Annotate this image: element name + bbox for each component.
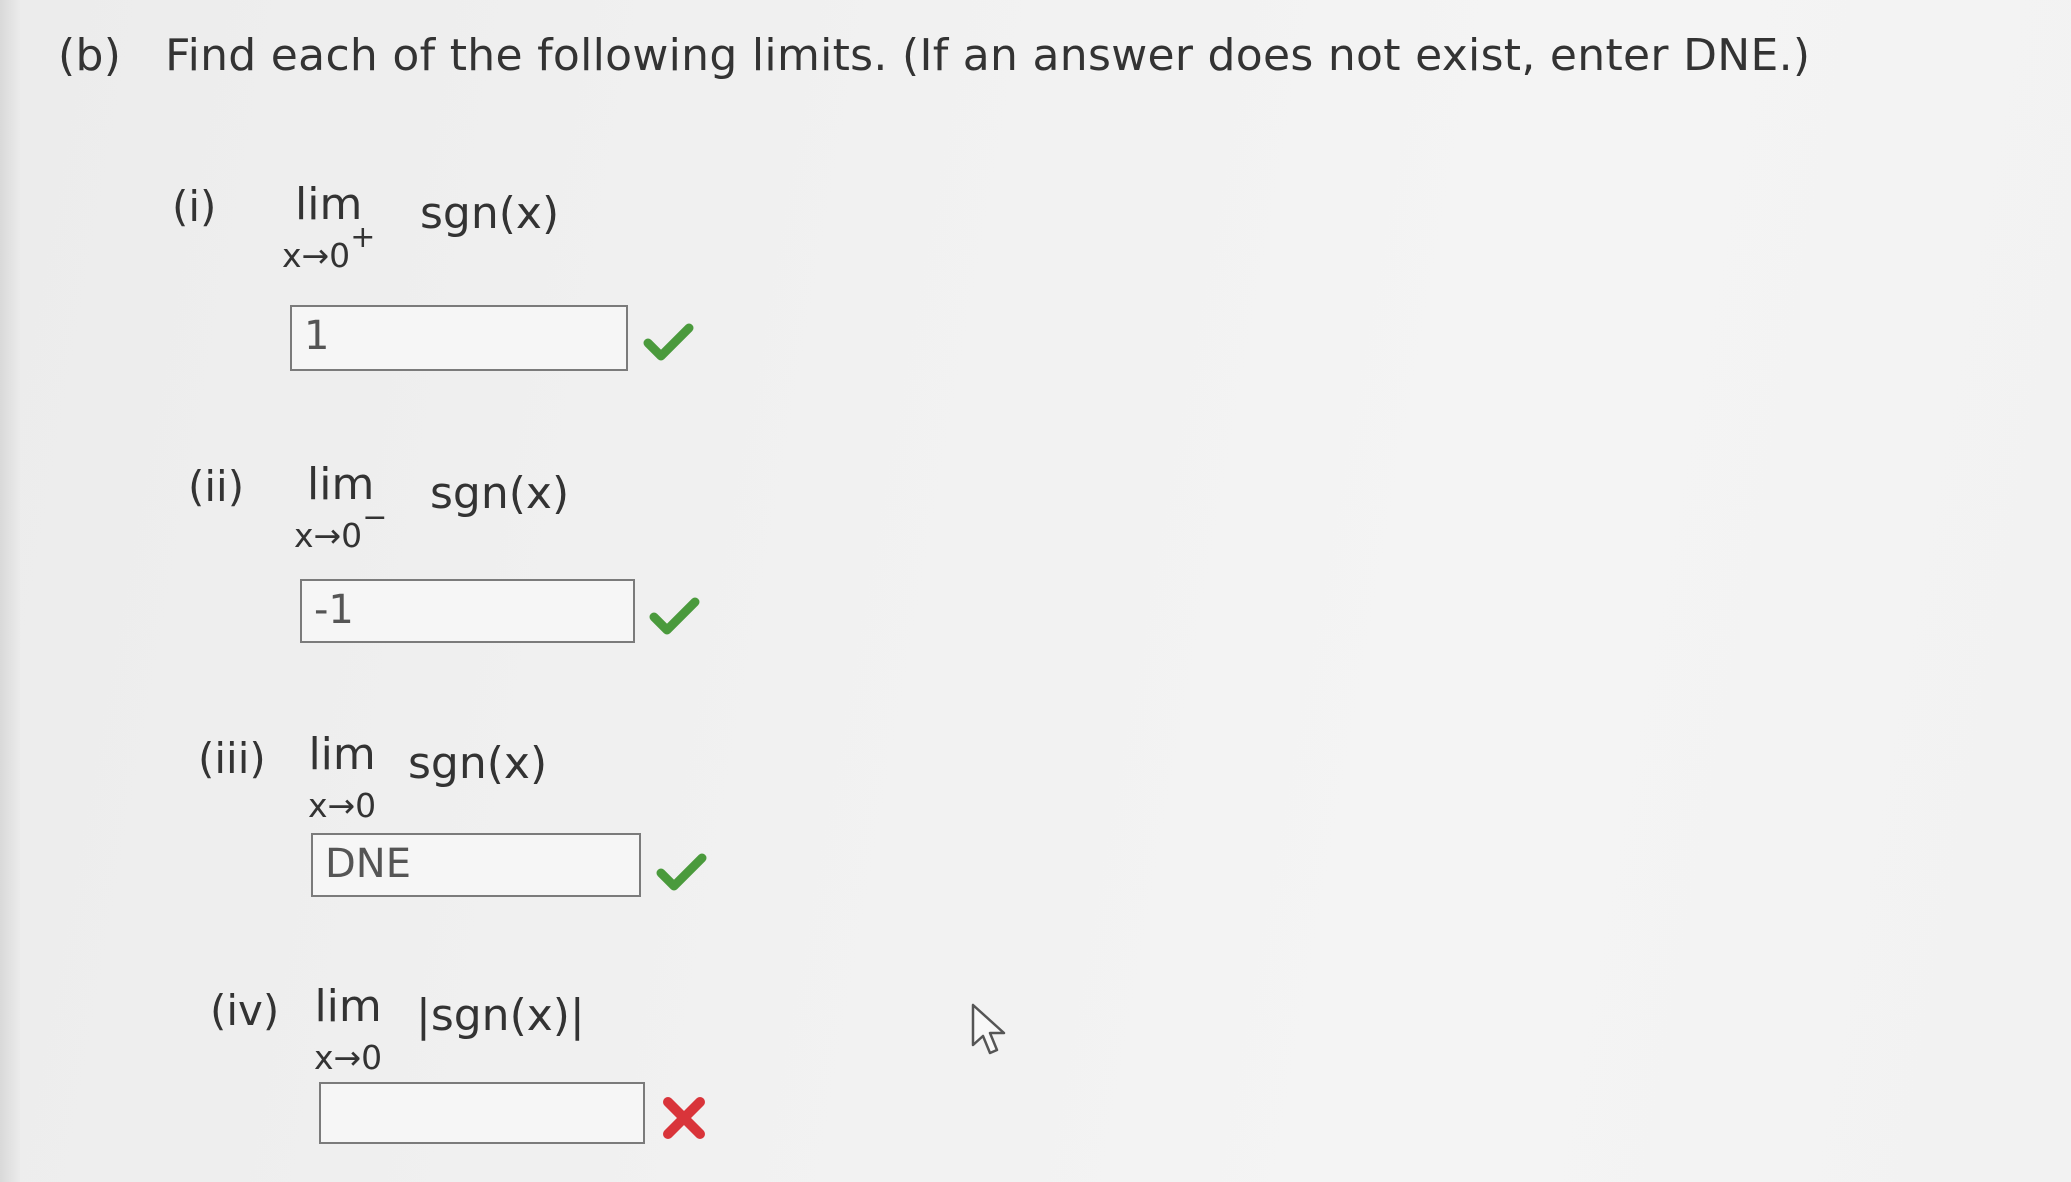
limit-function-i: sgn(x) bbox=[420, 188, 560, 239]
part-label: (b) bbox=[58, 30, 122, 81]
mouse-pointer-icon bbox=[971, 1003, 1006, 1055]
limit-expression-iii: lim x→0 bbox=[308, 732, 376, 824]
check-icon bbox=[643, 323, 694, 361]
answer-input-iv[interactable] bbox=[319, 1082, 645, 1144]
limit-expression-ii: lim x→0− bbox=[294, 462, 387, 554]
limit-expression-i: lim x→0+ bbox=[282, 182, 375, 274]
x-icon bbox=[663, 1097, 705, 1139]
limit-function-iv: |sgn(x)| bbox=[416, 990, 585, 1041]
limit-subscript: x→0− bbox=[294, 500, 388, 555]
instruction-text: Find each of the following limits. (If a… bbox=[165, 30, 1811, 81]
item-label-i: (i) bbox=[172, 182, 217, 231]
limit-expression-iv: lim x→0 bbox=[314, 984, 382, 1076]
item-label-ii: (ii) bbox=[188, 462, 245, 511]
lim-word: lim bbox=[308, 729, 376, 780]
lim-word: lim bbox=[314, 981, 382, 1032]
check-icon bbox=[649, 597, 700, 635]
limit-function-ii: sgn(x) bbox=[430, 468, 570, 519]
answer-input-i[interactable]: 1 bbox=[290, 305, 628, 371]
item-label-iii: (iii) bbox=[198, 734, 266, 783]
limit-subscript: x→0 bbox=[308, 786, 377, 825]
question-instruction: (b) Find each of the following limits. (I… bbox=[58, 30, 1810, 81]
check-icon bbox=[656, 853, 707, 891]
answer-input-ii[interactable]: -1 bbox=[300, 579, 635, 643]
screen-edge bbox=[0, 0, 20, 1182]
limit-subscript: x→0 bbox=[314, 1038, 383, 1077]
limit-subscript: x→0+ bbox=[282, 220, 376, 275]
item-label-iv: (iv) bbox=[210, 986, 280, 1035]
limit-function-iii: sgn(x) bbox=[408, 738, 548, 789]
question-panel: (b) Find each of the following limits. (I… bbox=[0, 0, 2071, 1182]
answer-input-iii[interactable]: DNE bbox=[311, 833, 641, 897]
